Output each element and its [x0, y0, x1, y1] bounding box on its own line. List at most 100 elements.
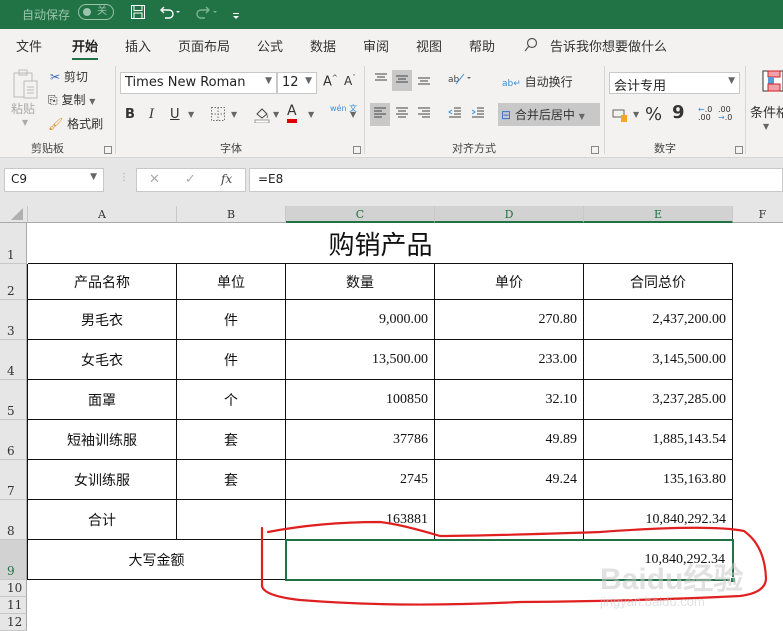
redo-icon[interactable]	[195, 4, 219, 24]
ribbon: 粘贴 ▼ ✂ 剪切 ⎘ 复制 ▼ 🖌 格式刷 剪贴板 Times New Rom…	[0, 60, 783, 158]
chevron-down-icon: ▼	[728, 76, 735, 86]
conditional-format-icon[interactable]	[762, 70, 783, 95]
baidu-watermark: Baidu经验	[600, 563, 744, 596]
accounting-dropdown-icon[interactable]: ▼	[633, 110, 639, 119]
customize-qat-icon[interactable]	[232, 7, 240, 25]
decrease-font-size-icon[interactable]: Aˇ	[344, 74, 356, 88]
font-launcher-icon[interactable]	[353, 146, 361, 154]
align-center-icon[interactable]	[394, 105, 410, 124]
font-size-select[interactable]: 12 ▼	[277, 72, 317, 94]
font-name-select[interactable]: Times New Roman ▼	[120, 72, 277, 94]
chevron-down-icon: ▼	[90, 172, 97, 182]
borders-icon[interactable]	[210, 106, 226, 125]
tab-home[interactable]: 开始	[72, 36, 99, 61]
conditional-format-button[interactable]: 条件格	[750, 102, 783, 121]
cut-label: 剪切	[63, 70, 88, 84]
number-format-select[interactable]: 会计专用 ▼	[609, 72, 740, 94]
clipboard-group-label: 剪贴板	[31, 142, 64, 155]
decrease-indent-icon[interactable]	[447, 105, 463, 124]
paste-button[interactable]: 粘贴	[11, 100, 35, 117]
align-middle-icon[interactable]	[392, 70, 412, 91]
chevron-down-icon: ▼	[265, 76, 272, 86]
alignment-launcher-icon[interactable]	[591, 146, 599, 154]
format-painter-button[interactable]: 🖌 格式刷	[48, 115, 103, 132]
spreadsheet-grid: A B C D E F 1 2 3 4 5 6 7 8 9 10 11 12 购…	[0, 206, 783, 631]
align-left-icon[interactable]	[370, 103, 390, 126]
tab-help[interactable]: 帮助	[469, 36, 495, 55]
copy-label: 复制	[61, 93, 86, 107]
borders-dropdown-icon[interactable]: ▼	[231, 110, 237, 119]
tab-file[interactable]: 文件	[16, 36, 42, 55]
tab-view[interactable]: 视图	[416, 36, 442, 55]
font-name-value: Times New Roman	[125, 75, 246, 90]
autosave-label: 自动保存	[22, 8, 71, 22]
merge-icon: ⊟	[501, 108, 512, 122]
cancel-icon[interactable]: ✕	[149, 172, 160, 187]
paste-icon[interactable]	[12, 68, 40, 103]
comma-style-button[interactable]: 9	[672, 102, 685, 123]
number-launcher-icon[interactable]	[735, 146, 743, 154]
baidu-watermark-url: jingyan.baidu.com	[600, 594, 705, 609]
bold-button[interactable]: B	[125, 107, 135, 122]
chevron-down-icon: ▼	[305, 76, 312, 86]
accounting-format-icon[interactable]	[612, 107, 630, 126]
italic-button[interactable]: I	[149, 107, 154, 122]
scissors-icon: ✂	[50, 70, 61, 84]
conditional-format-dropdown-icon[interactable]: ▼	[763, 122, 769, 131]
copy-icon: ⎘	[48, 93, 58, 107]
copy-button[interactable]: ⎘ 复制 ▼	[48, 91, 95, 108]
tell-me-input[interactable]: 告诉我你想要做什么	[550, 36, 667, 55]
insert-function-icon[interactable]: fx	[221, 172, 232, 186]
orientation-icon[interactable]: ab	[448, 70, 472, 89]
font-group-label: 字体	[220, 142, 242, 155]
underline-dropdown-icon[interactable]: ▼	[188, 110, 194, 119]
paste-dropdown-icon[interactable]: ▼	[22, 118, 28, 127]
merge-center-button[interactable]: ⊟ 合并后居中 ▼	[498, 103, 600, 126]
name-box-value: C9	[11, 172, 28, 186]
undo-icon[interactable]	[158, 4, 182, 24]
wrap-text-label: 自动换行	[524, 75, 573, 89]
format-painter-label: 格式刷	[67, 117, 104, 131]
group-separator	[115, 66, 116, 154]
group-separator	[604, 66, 605, 154]
tab-formulas[interactable]: 公式	[257, 36, 283, 55]
alignment-group-label: 对齐方式	[452, 142, 496, 155]
percent-button[interactable]: %	[645, 104, 662, 125]
tab-page-layout[interactable]: 页面布局	[178, 36, 230, 55]
tab-review[interactable]: 审阅	[363, 36, 389, 55]
wrap-text-icon: ab↵	[502, 79, 521, 89]
formula-bar-grip-icon[interactable]: ⋮	[119, 172, 129, 183]
number-group-label: 数字	[654, 142, 676, 155]
decrease-decimal-icon[interactable]: .00 →.0	[718, 106, 732, 122]
phonetic-guide-icon[interactable]: wén 文	[330, 104, 357, 113]
tab-data[interactable]: 数据	[310, 36, 336, 55]
group-separator	[745, 66, 746, 154]
title-bar: 自动保存 关	[0, 0, 783, 29]
fill-color-dropdown-icon[interactable]: ▼	[273, 110, 279, 119]
merge-center-label: 合并后居中	[514, 108, 575, 122]
increase-decimal-icon[interactable]: ←.0.00	[698, 106, 712, 122]
cut-button[interactable]: ✂ 剪切	[50, 68, 88, 85]
font-color-dropdown-icon[interactable]: ▼	[308, 110, 314, 119]
tab-insert[interactable]: 插入	[125, 36, 151, 55]
enter-icon[interactable]: ✓	[185, 172, 196, 187]
formula-buttons: ✕ ✓ fx	[136, 168, 246, 192]
name-box[interactable]: C9 ▼	[4, 168, 104, 192]
search-icon[interactable]	[524, 37, 538, 56]
font-color-button[interactable]: A	[287, 103, 297, 123]
clipboard-launcher-icon[interactable]	[104, 146, 112, 154]
wrap-text-button[interactable]: ab↵ 自动换行	[502, 73, 573, 90]
autosave-toggle[interactable]: 关	[78, 4, 114, 20]
underline-button[interactable]: U	[170, 107, 180, 122]
formula-bar: C9 ▼ ⋮ ✕ ✓ fx =E8	[0, 158, 783, 206]
save-icon[interactable]	[130, 4, 146, 24]
align-bottom-icon[interactable]	[416, 72, 432, 89]
align-right-icon[interactable]	[416, 105, 432, 124]
increase-indent-icon[interactable]	[470, 105, 486, 124]
fill-color-icon[interactable]	[253, 105, 271, 126]
group-separator	[364, 66, 365, 154]
increase-font-size-icon[interactable]: A^	[323, 74, 338, 89]
align-top-icon[interactable]	[373, 72, 389, 89]
phonetic-dropdown-icon[interactable]: ▼	[350, 110, 356, 119]
formula-input[interactable]: =E8	[249, 168, 783, 192]
